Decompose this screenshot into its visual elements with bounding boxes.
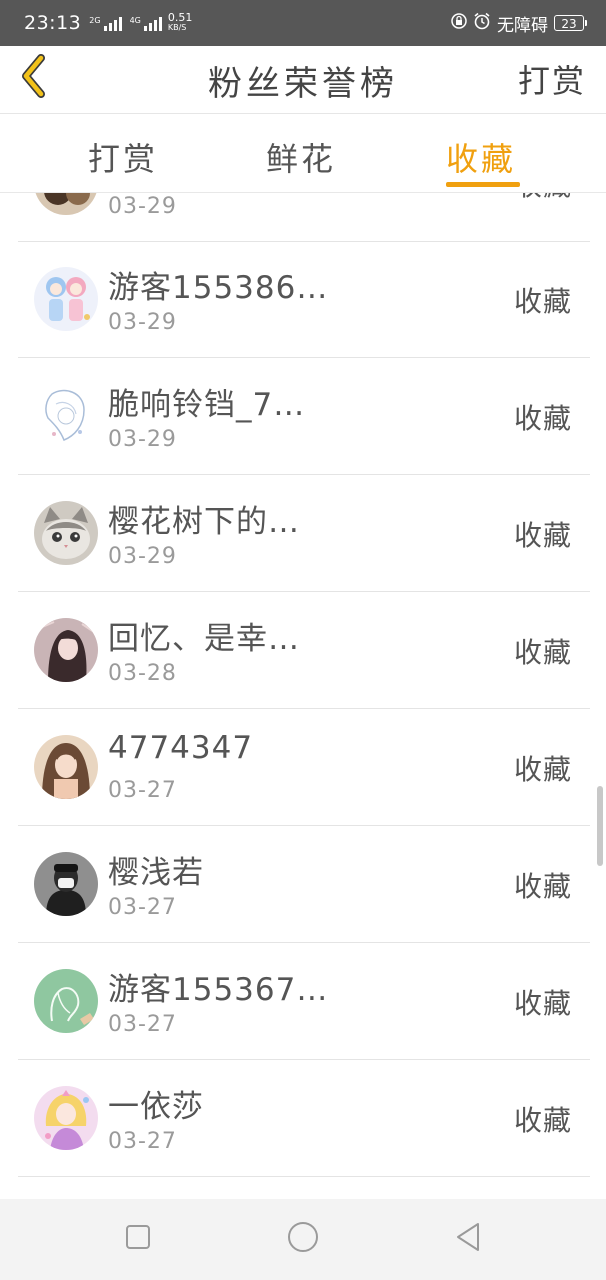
home-icon [286, 1220, 320, 1258]
fan-date: 03-28 [108, 661, 177, 686]
signal-2g-icon: 2G [89, 15, 122, 31]
network-speed: 0.51 KB/S [167, 11, 193, 33]
fan-action: 收藏 [513, 402, 572, 435]
fan-date: 03-27 [108, 1129, 177, 1154]
fan-name: 回忆、是幸… [108, 621, 300, 657]
fan-action: 收藏 [513, 753, 572, 786]
speed-unit: KB/S [167, 23, 187, 32]
woman-photo-avatar-icon [34, 735, 98, 799]
fan-action: 收藏 [513, 636, 572, 669]
cartoon-avatar-icon [34, 193, 98, 215]
fan-name: 4774347 [108, 730, 254, 766]
tab-flowers[interactable]: 鲜花 [266, 134, 336, 180]
fan-action: 收藏 [513, 870, 572, 903]
fan-action: 收藏 [514, 193, 572, 204]
net-2g-label: 2G [89, 16, 101, 25]
back-nav-button[interactable] [448, 1219, 488, 1259]
fan-name: 樱浅若 [108, 855, 204, 891]
alarm-icon [473, 12, 491, 35]
accessibility-label: 无障碍 [497, 15, 548, 36]
fan-date: 03-27 [108, 1012, 177, 1037]
fan-action: 收藏 [513, 1104, 572, 1137]
fan-list[interactable]: 03-29 收藏 游客155386… 03-29 收藏 [0, 193, 606, 1199]
battery-icon: 23 [554, 15, 587, 31]
sketch-girl-avatar-icon [34, 384, 98, 448]
list-item[interactable]: 一依莎 03-27 收藏 [18, 1061, 590, 1177]
fan-action: 收藏 [513, 519, 572, 552]
fan-date: 03-27 [108, 778, 177, 803]
fan-date: 03-29 [108, 310, 177, 335]
list-item[interactable]: 回忆、是幸… 03-28 收藏 [18, 593, 590, 709]
speed-value: 0.51 [167, 11, 193, 24]
fan-date: 03-29 [108, 544, 177, 569]
tab-bar: 打赏 鲜花 收藏 [0, 114, 606, 193]
list-item[interactable]: 樱花树下的… 03-29 收藏 [18, 476, 590, 592]
fan-name: 樱花树下的… [108, 504, 300, 540]
fan-name: 游客155367… [108, 972, 329, 1008]
net-4g-label: 4G [129, 16, 141, 25]
fan-name: 游客155386… [108, 270, 329, 306]
page-title: 粉丝荣誉榜 [208, 64, 398, 104]
recent-apps-button[interactable] [118, 1219, 158, 1259]
list-item[interactable]: 游客155386… 03-29 收藏 [18, 242, 590, 358]
fan-name: 脆响铃铛_7… [108, 387, 306, 423]
home-button[interactable] [283, 1219, 323, 1259]
list-item[interactable]: 游客155367… 03-27 收藏 [18, 944, 590, 1060]
header: 粉丝荣誉榜 打赏 [0, 46, 606, 114]
signal-4g-icon: 4G [130, 15, 162, 31]
list-item[interactable]: 樱浅若 03-27 收藏 [18, 827, 590, 943]
fan-date: 03-29 [108, 427, 177, 452]
princess-avatar-icon [34, 1086, 98, 1150]
recent-apps-icon [124, 1223, 152, 1255]
fan-name: 一依莎 [108, 1089, 204, 1125]
fan-action: 收藏 [513, 987, 572, 1020]
scrollbar[interactable] [597, 786, 603, 866]
fan-date: 03-29 [108, 194, 177, 219]
cat-avatar-icon [34, 501, 98, 565]
list-item[interactable]: 03-29 收藏 [18, 193, 590, 242]
system-nav-bar [0, 1199, 606, 1280]
status-bar: 23:13 2G 4G 0.51 KB/S 无障碍 23 [0, 0, 606, 46]
list-item[interactable]: 4774347 03-27 收藏 [18, 710, 590, 826]
list-item[interactable]: 脆响铃铛_7… 03-29 收藏 [18, 359, 590, 475]
tab-reward[interactable]: 打赏 [88, 134, 158, 180]
lock-icon [451, 12, 467, 34]
tab-favorites[interactable]: 收藏 [446, 134, 516, 180]
fan-date: 03-27 [108, 895, 177, 920]
back-icon [453, 1221, 483, 1257]
reward-button[interactable]: 打赏 [518, 56, 586, 102]
active-tab-indicator [446, 182, 520, 187]
chalkboard-avatar-icon [34, 969, 98, 1033]
masked-figure-avatar-icon [34, 852, 98, 916]
fan-action: 收藏 [513, 285, 572, 318]
status-time: 23:13 [24, 12, 82, 34]
anime-girls-avatar-icon [34, 267, 98, 331]
girl-photo-avatar-icon [34, 618, 98, 682]
